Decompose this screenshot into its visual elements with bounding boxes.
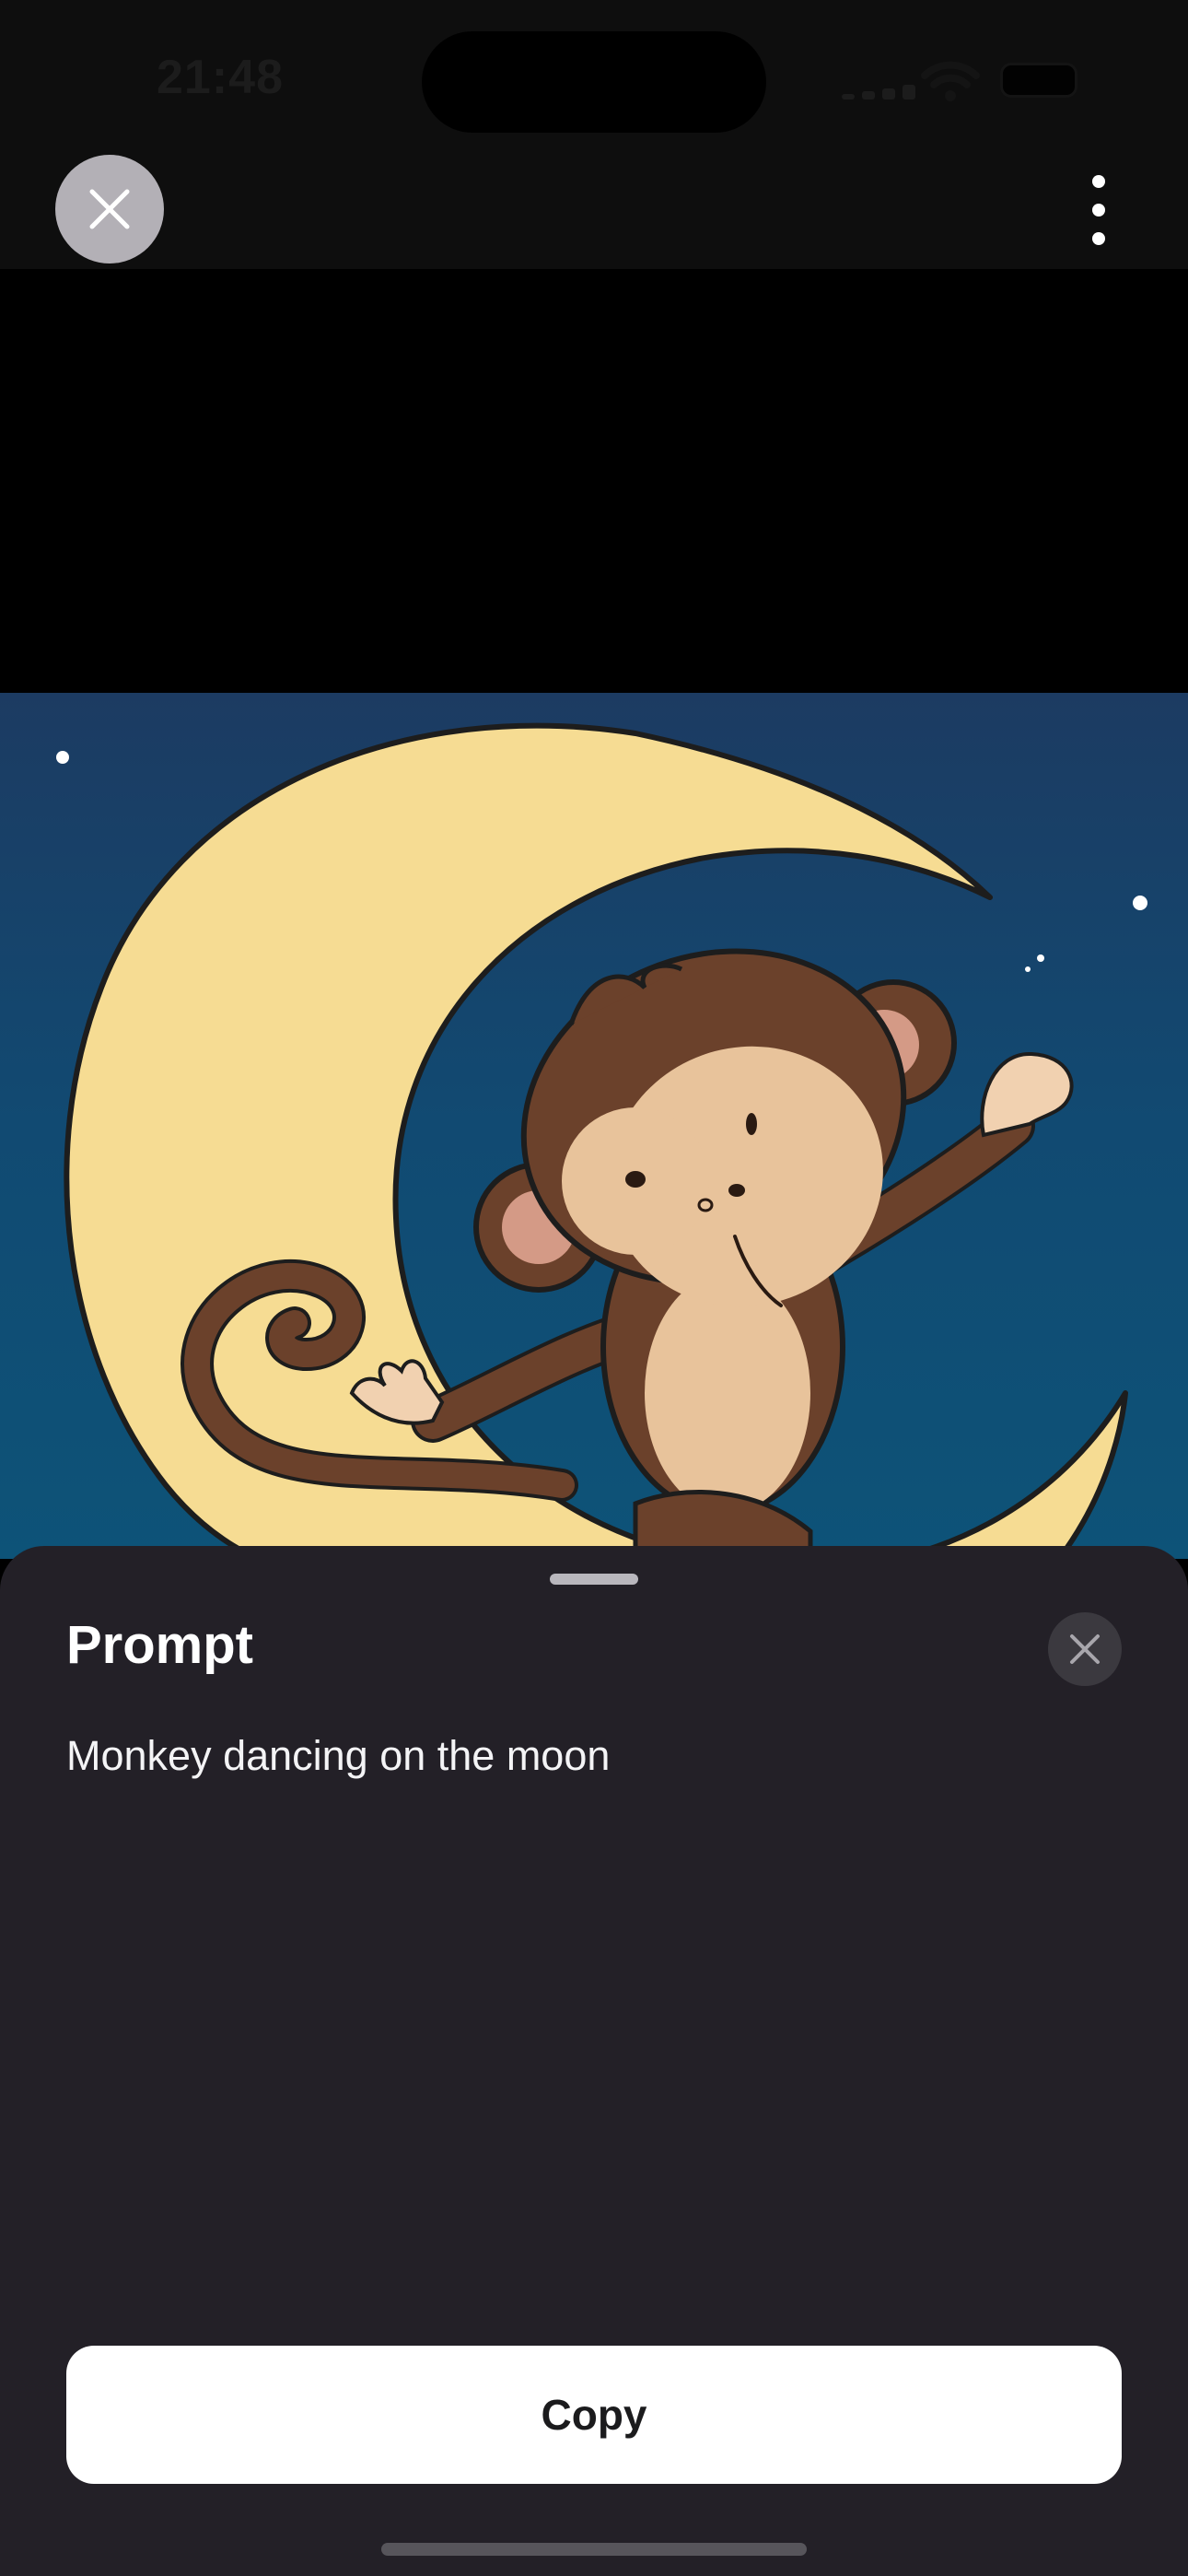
cellular-signal-icon xyxy=(842,85,921,100)
sheet-close-button[interactable] xyxy=(1048,1612,1122,1686)
top-bar: 21:48 xyxy=(0,0,1188,269)
generated-image[interactable] xyxy=(0,693,1188,1559)
wifi-icon xyxy=(921,61,980,101)
dynamic-island xyxy=(422,31,766,133)
monkey-moon-illustration xyxy=(56,722,1147,1559)
close-icon xyxy=(89,189,130,229)
copy-button[interactable]: Copy xyxy=(66,2346,1122,2484)
more-vertical-icon xyxy=(1092,175,1105,188)
sheet-title: Prompt xyxy=(66,1615,253,1675)
more-options-button[interactable] xyxy=(1077,175,1120,245)
close-icon xyxy=(1070,1634,1100,1664)
prompt-sheet: Prompt Monkey dancing on the moon Copy xyxy=(0,1546,1188,2576)
status-time: 21:48 xyxy=(157,51,284,104)
close-button[interactable] xyxy=(55,155,164,263)
battery-icon xyxy=(1000,63,1077,98)
sheet-grabber[interactable] xyxy=(550,1574,638,1585)
home-indicator xyxy=(381,2543,807,2556)
prompt-text: Monkey dancing on the moon xyxy=(66,1732,611,1779)
